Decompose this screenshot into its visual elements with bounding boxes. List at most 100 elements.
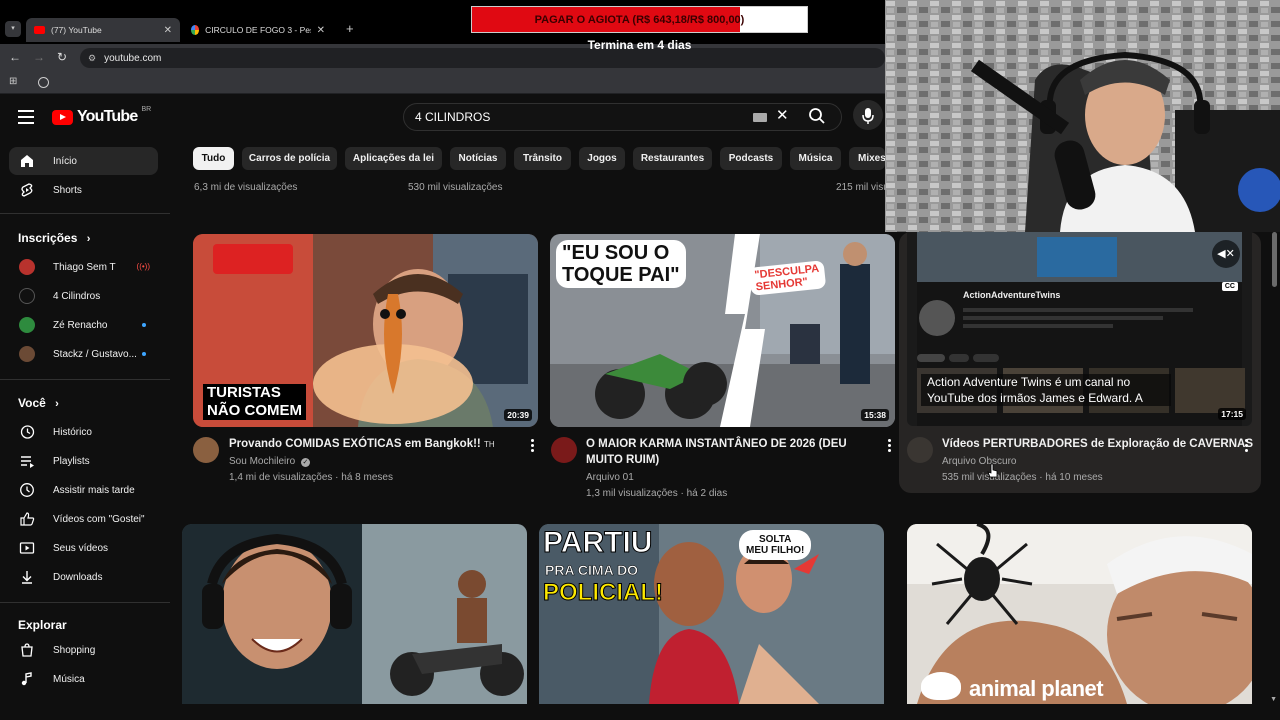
menu-icon[interactable] [18,110,34,128]
thumbnail-text-line: NÃO COMEM [203,402,306,420]
sidebar-divider [0,602,170,603]
channel-name-text: Sou Mochileiro [229,456,296,467]
channel-name[interactable]: Sou Mochileiro ✓ [229,456,310,467]
sidebar-item-label: 4 Cilindros [53,290,101,302]
more-actions-icon[interactable] [888,439,891,454]
chip-games[interactable]: Jogos [579,147,625,170]
chip-traffic[interactable]: Trânsito [514,147,571,170]
channel-avatar[interactable] [193,437,219,463]
downloads-icon [19,569,35,585]
subscription-item[interactable]: Thiago Sem T ((•)) [9,253,158,281]
sidebar-item-label: Stackz / Gustavo... [53,348,137,360]
thumbnail-text: POLICIAL! [543,579,664,606]
scroll-down-icon[interactable]: ▼ [1270,696,1277,703]
subscription-item[interactable]: Stackz / Gustavo... [9,340,158,368]
chip-police-cars[interactable]: Carros de polícia [242,147,337,170]
browser-tab-youtube[interactable]: (77) YouTube ✕ [26,18,180,42]
subscription-item[interactable]: Zé Renacho [9,311,158,339]
thumbnail-text-line: "EU SOU O [562,242,670,264]
keyboard-icon[interactable] [753,113,767,122]
forward-icon[interactable]: → [33,50,45,64]
new-content-dot [142,352,146,356]
close-tab-icon[interactable]: ✕ [164,25,172,36]
sidebar-item-label: Seus vídeos [53,542,109,554]
chip-law-enforcement[interactable]: Aplicações da lei [345,147,442,170]
chevron-right-icon: › [86,233,91,245]
new-tab-button[interactable]: + [346,21,354,36]
video-views: 1,4 mi de visualizações [229,472,333,483]
shorts-icon [19,182,35,198]
sidebar-item-shorts[interactable]: Shorts [9,176,158,204]
more-actions-icon[interactable] [531,439,534,454]
captions-icon[interactable]: CC [1221,282,1238,291]
sidebar-item-label: Downloads [53,571,103,583]
bookmarks-bar: ⊞ [0,72,885,94]
video-stats: 215 mil visu [836,182,885,193]
search-icon[interactable] [808,107,826,125]
sidebar-item-your-videos[interactable]: Seus vídeos [9,534,158,562]
you-heading[interactable]: Você › [18,396,59,410]
animal-planet-logo-icon [921,672,961,700]
sidebar-item-home[interactable]: Início [9,147,158,175]
url-text: youtube.com [104,52,162,64]
tab-title: (77) YouTube [51,25,102,35]
video-thumbnail[interactable]: animal planet [907,524,1252,704]
clear-search-icon[interactable]: ✕ [776,106,789,124]
sidebar-item-watch-later[interactable]: Assistir mais tarde [9,476,158,504]
video-thumbnail[interactable]: "EU SOU O TOQUE PAI" "DESCULPA SENHOR" 1… [550,234,895,427]
page-scrollbar[interactable] [1272,232,1277,287]
site-info-icon[interactable]: ⚙ [88,53,96,64]
chip-podcasts[interactable]: Podcasts [720,147,782,170]
globe-icon[interactable] [38,77,49,88]
sidebar-item-label: Shopping [53,644,96,656]
sidebar-item-label: Histórico [53,426,92,438]
reload-icon[interactable]: ↻ [57,50,67,64]
chip-news[interactable]: Notícias [450,147,506,170]
sidebar-item-downloads[interactable]: Downloads [9,563,158,591]
watch-later-icon [19,482,35,498]
sidebar-item-liked-videos[interactable]: Vídeos com "Gostei" [9,505,158,533]
video-title[interactable]: Provando COMIDAS EXÓTICAS em Bangkok!! T… [229,436,519,453]
chip-all[interactable]: Tudo [193,147,234,170]
subscription-item[interactable]: 4 Cilindros [9,282,158,310]
channel-name[interactable]: Arquivo Obscuro [942,456,1016,467]
preview-caption: Action Adventure Twins é um canal no You… [921,374,1171,406]
sidebar-item-history[interactable]: Histórico [9,418,158,446]
thumbnail-text: PARTIU [542,526,653,559]
chip-restaurants[interactable]: Restaurantes [633,147,712,170]
video-title[interactable]: O MAIOR KARMA INSTANTÂNEO DE 2026 (DEU M… [586,436,876,468]
tab-search-button[interactable]: ▾ [5,21,21,37]
sidebar-item-shopping[interactable]: Shopping [9,636,158,664]
video-thumbnail[interactable]: PARTIU PRA CIMA DO POLICIAL! SOLTA MEU F… [539,524,884,704]
history-icon [19,424,35,440]
video-title[interactable]: Vídeos PERTURBADORES de Exploração de CA… [942,436,1253,452]
thumbnail-text: TURISTAS NÃO COMEM [203,384,306,420]
video-title-text: Provando COMIDAS EXÓTICAS em Bangkok!! [229,438,481,450]
voice-search-button[interactable] [853,100,883,130]
sidebar-item-playlists[interactable]: Playlists [9,447,158,475]
microphone-icon [862,108,874,124]
channel-avatar[interactable] [907,437,933,463]
music-icon [19,671,35,687]
close-tab-icon[interactable]: ✕ [317,25,325,36]
channel-name[interactable]: Arquivo 01 [586,472,634,483]
mute-icon[interactable]: ◀✕ [1212,240,1240,268]
browser-tab-search[interactable]: CIRCULO DE FOGO 3 - Pesquisa ✕ [183,18,333,42]
sidebar-item-music[interactable]: Música [9,665,158,693]
video-age: há 10 meses [1045,472,1103,483]
video-views: 1,3 mil visualizações [586,488,678,499]
youtube-logo[interactable]: YouTube BR [52,106,151,126]
channel-avatar[interactable] [551,437,577,463]
video-preview-player[interactable]: ActionAdventureTwins Action Adventure Tw… [907,232,1252,426]
more-actions-icon[interactable] [1245,439,1248,454]
sidebar-item-label: Playlists [53,455,90,467]
back-icon[interactable]: ← [9,50,21,64]
apps-grid-icon[interactable]: ⊞ [9,76,17,87]
chip-music[interactable]: Música [790,147,841,170]
chip-mixes[interactable]: Mixes [849,147,885,170]
subscriptions-heading[interactable]: Inscrições › [18,231,90,245]
guide-sidebar: Início Shorts Inscrições › Thiago Sem T … [0,140,170,720]
video-thumbnail[interactable] [182,524,527,704]
sidebar-item-label: Zé Renacho [53,319,108,331]
video-thumbnail[interactable]: TURISTAS NÃO COMEM 20:39 [193,234,538,427]
